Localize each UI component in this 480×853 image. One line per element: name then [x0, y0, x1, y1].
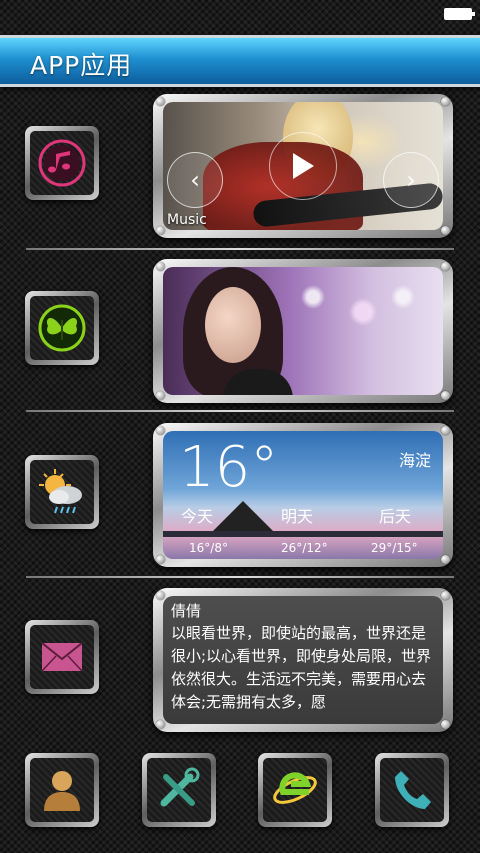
weather-widget[interactable]: 16° 海淀 今天 明天 后天 16°/8° 26°/12° 29°/15° [153, 423, 453, 567]
contacts-icon [44, 771, 80, 811]
butterfly-icon [38, 304, 86, 352]
play-button[interactable] [269, 132, 337, 200]
browser-button[interactable] [258, 753, 332, 827]
messages-app-button[interactable] [25, 620, 99, 694]
chevron-right-icon: › [406, 166, 416, 194]
browser-icon [273, 772, 317, 804]
message-body: 以眼看世界，即使站的最高，世界还是很小;以心看世界，即使身处局限，世界依然很大。… [171, 624, 432, 711]
music-app-button[interactable] [25, 126, 99, 200]
next-track-button[interactable]: › [383, 152, 439, 208]
day-today: 今天 [181, 507, 214, 526]
day-after-tomorrow: 后天 [379, 507, 412, 526]
header-title: APP应用 [30, 51, 133, 80]
tools-icon [160, 767, 200, 807]
range-after-tomorrow: 29°/15° [371, 541, 418, 555]
tools-button[interactable] [142, 753, 216, 827]
status-bar [0, 0, 480, 26]
weather-icon [39, 469, 82, 514]
gallery-app-button[interactable] [25, 291, 99, 365]
chevron-left-icon: ‹ [190, 166, 200, 194]
app-header: APP应用 [0, 35, 480, 87]
divider [26, 248, 454, 250]
divider [26, 576, 454, 578]
play-icon [293, 153, 314, 179]
contacts-button[interactable] [25, 753, 99, 827]
prev-track-button[interactable]: ‹ [167, 152, 223, 208]
message-widget[interactable]: 倩倩 以眼看世界，即使站的最高，世界还是很小;以心看世界，即使身处局限，世界依然… [153, 588, 453, 732]
music-note-icon [38, 139, 86, 187]
phone-button[interactable] [375, 753, 449, 827]
message-sender: 倩倩 [171, 602, 202, 620]
weather-app-button[interactable] [25, 455, 99, 529]
day-tomorrow: 明天 [281, 507, 314, 526]
divider [26, 410, 454, 412]
music-widget[interactable]: ‹ › Music [153, 94, 453, 238]
battery-icon [444, 8, 475, 20]
city-name: 海淀 [398, 451, 431, 470]
range-today: 16°/8° [189, 541, 228, 555]
music-label: Music [167, 212, 207, 228]
envelope-icon [41, 642, 83, 672]
current-temperature: 16° [179, 435, 279, 500]
photo-widget[interactable] [153, 259, 453, 403]
range-tomorrow: 26°/12° [281, 541, 328, 555]
phone-icon [395, 771, 431, 809]
